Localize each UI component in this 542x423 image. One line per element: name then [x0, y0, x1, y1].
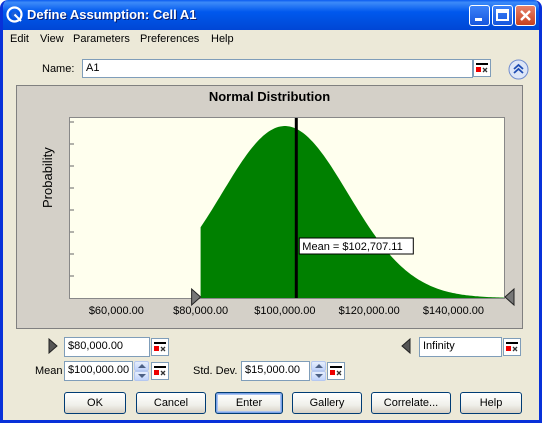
upper-bound-grabber[interactable]	[504, 287, 515, 307]
maximize-button[interactable]	[492, 5, 513, 26]
spin-down-icon	[138, 374, 146, 378]
ok-button[interactable]: OK	[64, 392, 126, 414]
name-cell-reference-button[interactable]	[473, 59, 491, 77]
lower-bound-cell-reference-button[interactable]	[151, 338, 169, 356]
define-assumption-window: Define Assumption: Cell A1 Edit View Par…	[0, 0, 542, 423]
maximize-icon	[496, 9, 509, 21]
name-input[interactable]: A1	[82, 59, 473, 78]
menu-bar: Edit View Parameters Preferences Help	[3, 30, 539, 49]
collapse-chevron-icon[interactable]	[508, 59, 529, 80]
title-bar[interactable]: Define Assumption: Cell A1	[3, 0, 539, 30]
cell-reference-icon	[154, 366, 166, 376]
std-dev-label: Std. Dev.	[193, 365, 238, 377]
mean-spinner[interactable]	[134, 361, 149, 381]
std-dev-spin-up[interactable]	[311, 361, 326, 371]
std-dev-input[interactable]: $15,000.00	[241, 361, 310, 381]
menu-preferences[interactable]: Preferences	[140, 33, 199, 45]
upper-bound-input[interactable]: Infinity	[419, 337, 502, 357]
name-label: Name:	[42, 63, 75, 75]
menu-help[interactable]: Help	[211, 33, 234, 45]
correlate-button[interactable]: Correlate...	[371, 392, 451, 414]
mean-spin-up[interactable]	[134, 361, 149, 371]
app-icon	[6, 6, 23, 23]
lower-bound-arrow-icon	[48, 338, 58, 354]
distribution-chart: Normal Distribution Probability Mean = $…	[16, 85, 523, 329]
mean-input[interactable]: $100,000.00	[64, 361, 133, 381]
menu-parameters[interactable]: Parameters	[73, 33, 130, 45]
enter-button[interactable]: Enter	[215, 392, 283, 414]
std-dev-spinner[interactable]	[311, 361, 326, 381]
cancel-button[interactable]: Cancel	[136, 392, 206, 414]
cell-reference-icon	[506, 342, 518, 352]
cell-reference-icon	[476, 63, 488, 73]
spin-up-icon	[315, 364, 323, 368]
minimize-icon	[475, 18, 482, 21]
spin-down-icon	[315, 374, 323, 378]
menu-view[interactable]: View	[40, 33, 64, 45]
help-button[interactable]: Help	[460, 392, 522, 414]
gallery-button[interactable]: Gallery	[292, 392, 362, 414]
close-icon	[520, 10, 531, 21]
std-dev-cell-reference-button[interactable]	[327, 362, 345, 380]
lower-bound-input[interactable]: $80,000.00	[64, 337, 150, 357]
spin-up-icon	[138, 364, 146, 368]
mean-label: Mean	[35, 365, 63, 377]
mean-cell-reference-button[interactable]	[151, 362, 169, 380]
window-title: Define Assumption: Cell A1	[27, 7, 197, 22]
cell-reference-icon	[330, 366, 342, 376]
upper-bound-cell-reference-button[interactable]	[503, 338, 521, 356]
cell-reference-icon	[154, 342, 166, 352]
bound-grabbers	[191, 287, 515, 307]
close-button[interactable]	[515, 5, 536, 26]
minimize-button[interactable]	[469, 5, 490, 26]
upper-bound-arrow-icon	[401, 338, 411, 354]
menu-edit[interactable]: Edit	[10, 33, 29, 45]
lower-bound-grabber[interactable]	[191, 287, 202, 307]
mean-spin-down[interactable]	[134, 371, 149, 381]
std-dev-spin-down[interactable]	[311, 371, 326, 381]
